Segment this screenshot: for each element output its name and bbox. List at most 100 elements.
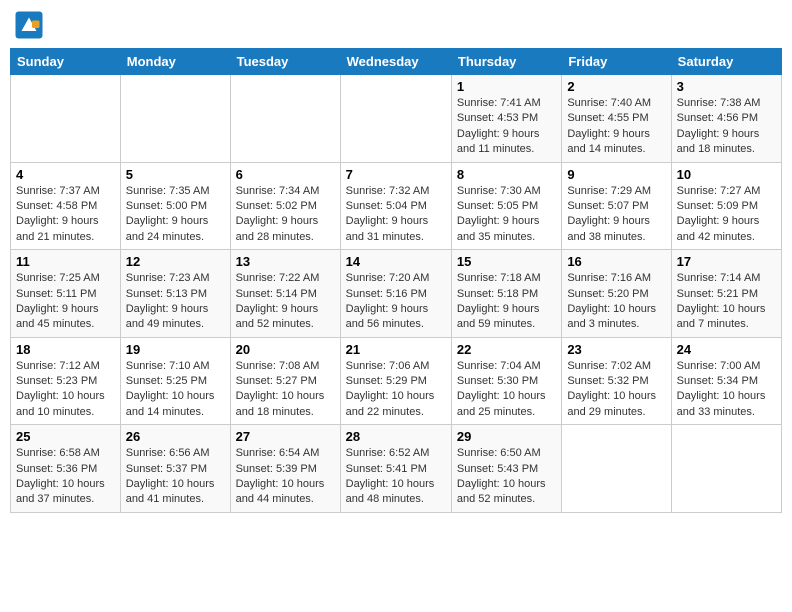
logo-icon	[14, 10, 44, 40]
day-info: Sunrise: 6:56 AMSunset: 5:37 PMDaylight:…	[126, 446, 225, 508]
page-header	[10, 10, 782, 40]
calendar-cell: 1 Sunrise: 7:41 AMSunset: 4:53 PMDaylight…	[451, 75, 561, 163]
day-info: Sunrise: 7:16 AMSunset: 5:20 PMDaylight:…	[567, 271, 665, 333]
day-info: Sunrise: 7:22 AMSunset: 5:14 PMDaylight:…	[236, 271, 335, 333]
day-number: 17	[677, 254, 776, 269]
day-info: Sunrise: 7:37 AMSunset: 4:58 PMDaylight:…	[16, 184, 115, 246]
day-info: Sunrise: 7:10 AMSunset: 5:25 PMDaylight:…	[126, 359, 225, 421]
day-info: Sunrise: 7:06 AMSunset: 5:29 PMDaylight:…	[346, 359, 446, 421]
calendar-cell: 19 Sunrise: 7:10 AMSunset: 5:25 PMDayligh…	[120, 337, 230, 425]
day-number: 11	[16, 254, 115, 269]
column-header-friday: Friday	[562, 49, 671, 75]
day-info: Sunrise: 6:50 AMSunset: 5:43 PMDaylight:…	[457, 446, 556, 508]
day-info: Sunrise: 7:04 AMSunset: 5:30 PMDaylight:…	[457, 359, 556, 421]
day-number: 28	[346, 429, 446, 444]
day-number: 2	[567, 79, 665, 94]
calendar-cell	[230, 75, 340, 163]
calendar-cell: 25 Sunrise: 6:58 AMSunset: 5:36 PMDayligh…	[11, 425, 121, 513]
calendar-cell: 6 Sunrise: 7:34 AMSunset: 5:02 PMDaylight…	[230, 162, 340, 250]
day-info: Sunrise: 7:02 AMSunset: 5:32 PMDaylight:…	[567, 359, 665, 421]
calendar-cell: 17 Sunrise: 7:14 AMSunset: 5:21 PMDayligh…	[671, 250, 781, 338]
day-info: Sunrise: 7:38 AMSunset: 4:56 PMDaylight:…	[677, 96, 776, 158]
day-number: 8	[457, 167, 556, 182]
day-info: Sunrise: 6:58 AMSunset: 5:36 PMDaylight:…	[16, 446, 115, 508]
calendar-week-1: 1 Sunrise: 7:41 AMSunset: 4:53 PMDaylight…	[11, 75, 782, 163]
calendar-cell: 18 Sunrise: 7:12 AMSunset: 5:23 PMDayligh…	[11, 337, 121, 425]
day-info: Sunrise: 6:52 AMSunset: 5:41 PMDaylight:…	[346, 446, 446, 508]
calendar-cell: 16 Sunrise: 7:16 AMSunset: 5:20 PMDayligh…	[562, 250, 671, 338]
calendar-cell: 10 Sunrise: 7:27 AMSunset: 5:09 PMDayligh…	[671, 162, 781, 250]
day-number: 13	[236, 254, 335, 269]
logo	[14, 10, 48, 40]
day-info: Sunrise: 7:35 AMSunset: 5:00 PMDaylight:…	[126, 184, 225, 246]
calendar-table: SundayMondayTuesdayWednesdayThursdayFrid…	[10, 48, 782, 513]
day-number: 16	[567, 254, 665, 269]
calendar-cell: 9Sunrise: 7:29 AMSunset: 5:07 PMDaylight…	[562, 162, 671, 250]
calendar-cell: 27Sunrise: 6:54 AMSunset: 5:39 PMDayligh…	[230, 425, 340, 513]
day-number: 25	[16, 429, 115, 444]
day-number: 9	[567, 167, 665, 182]
column-header-wednesday: Wednesday	[340, 49, 451, 75]
calendar-week-5: 25 Sunrise: 6:58 AMSunset: 5:36 PMDayligh…	[11, 425, 782, 513]
column-header-thursday: Thursday	[451, 49, 561, 75]
day-number: 23	[567, 342, 665, 357]
day-number: 20	[236, 342, 335, 357]
calendar-cell: 21 Sunrise: 7:06 AMSunset: 5:29 PMDayligh…	[340, 337, 451, 425]
day-info: Sunrise: 7:40 AMSunset: 4:55 PMDaylight:…	[567, 96, 665, 158]
day-number: 21	[346, 342, 446, 357]
day-info: Sunrise: 7:30 AMSunset: 5:05 PMDaylight:…	[457, 184, 556, 246]
calendar-cell: 22 Sunrise: 7:04 AMSunset: 5:30 PMDayligh…	[451, 337, 561, 425]
day-info: Sunrise: 7:25 AMSunset: 5:11 PMDaylight:…	[16, 271, 115, 333]
column-header-tuesday: Tuesday	[230, 49, 340, 75]
calendar-cell: 24Sunrise: 7:00 AMSunset: 5:34 PMDayligh…	[671, 337, 781, 425]
calendar-cell: 2 Sunrise: 7:40 AMSunset: 4:55 PMDaylight…	[562, 75, 671, 163]
calendar-header-row: SundayMondayTuesdayWednesdayThursdayFrid…	[11, 49, 782, 75]
calendar-cell: 14 Sunrise: 7:20 AMSunset: 5:16 PMDayligh…	[340, 250, 451, 338]
day-info: Sunrise: 7:23 AMSunset: 5:13 PMDaylight:…	[126, 271, 225, 333]
calendar-cell	[11, 75, 121, 163]
day-number: 3	[677, 79, 776, 94]
day-info: Sunrise: 7:14 AMSunset: 5:21 PMDaylight:…	[677, 271, 776, 333]
column-header-sunday: Sunday	[11, 49, 121, 75]
day-number: 18	[16, 342, 115, 357]
day-number: 5	[126, 167, 225, 182]
calendar-cell: 3 Sunrise: 7:38 AMSunset: 4:56 PMDaylight…	[671, 75, 781, 163]
column-header-saturday: Saturday	[671, 49, 781, 75]
day-number: 1	[457, 79, 556, 94]
calendar-week-4: 18 Sunrise: 7:12 AMSunset: 5:23 PMDayligh…	[11, 337, 782, 425]
day-number: 10	[677, 167, 776, 182]
calendar-cell: 28 Sunrise: 6:52 AMSunset: 5:41 PMDayligh…	[340, 425, 451, 513]
day-number: 22	[457, 342, 556, 357]
calendar-week-3: 11 Sunrise: 7:25 AMSunset: 5:11 PMDayligh…	[11, 250, 782, 338]
day-info: Sunrise: 7:27 AMSunset: 5:09 PMDaylight:…	[677, 184, 776, 246]
day-info: Sunrise: 7:18 AMSunset: 5:18 PMDaylight:…	[457, 271, 556, 333]
calendar-week-2: 4 Sunrise: 7:37 AMSunset: 4:58 PMDaylight…	[11, 162, 782, 250]
day-number: 29	[457, 429, 556, 444]
calendar-cell: 5 Sunrise: 7:35 AMSunset: 5:00 PMDaylight…	[120, 162, 230, 250]
day-number: 4	[16, 167, 115, 182]
day-number: 19	[126, 342, 225, 357]
calendar-cell	[340, 75, 451, 163]
day-number: 15	[457, 254, 556, 269]
calendar-cell	[120, 75, 230, 163]
calendar-cell: 7 Sunrise: 7:32 AMSunset: 5:04 PMDaylight…	[340, 162, 451, 250]
day-number: 6	[236, 167, 335, 182]
day-info: Sunrise: 7:20 AMSunset: 5:16 PMDaylight:…	[346, 271, 446, 333]
column-header-monday: Monday	[120, 49, 230, 75]
day-info: Sunrise: 6:54 AMSunset: 5:39 PMDaylight:…	[236, 446, 335, 508]
day-number: 14	[346, 254, 446, 269]
day-number: 24	[677, 342, 776, 357]
day-number: 7	[346, 167, 446, 182]
day-info: Sunrise: 7:34 AMSunset: 5:02 PMDaylight:…	[236, 184, 335, 246]
calendar-cell: 20 Sunrise: 7:08 AMSunset: 5:27 PMDayligh…	[230, 337, 340, 425]
day-info: Sunrise: 7:12 AMSunset: 5:23 PMDaylight:…	[16, 359, 115, 421]
calendar-cell: 11 Sunrise: 7:25 AMSunset: 5:11 PMDayligh…	[11, 250, 121, 338]
day-info: Sunrise: 7:08 AMSunset: 5:27 PMDaylight:…	[236, 359, 335, 421]
day-number: 12	[126, 254, 225, 269]
day-info: Sunrise: 7:32 AMSunset: 5:04 PMDaylight:…	[346, 184, 446, 246]
calendar-cell	[671, 425, 781, 513]
day-info: Sunrise: 7:41 AMSunset: 4:53 PMDaylight:…	[457, 96, 556, 158]
calendar-cell: 15 Sunrise: 7:18 AMSunset: 5:18 PMDayligh…	[451, 250, 561, 338]
calendar-cell: 4 Sunrise: 7:37 AMSunset: 4:58 PMDaylight…	[11, 162, 121, 250]
calendar-cell: 29 Sunrise: 6:50 AMSunset: 5:43 PMDayligh…	[451, 425, 561, 513]
